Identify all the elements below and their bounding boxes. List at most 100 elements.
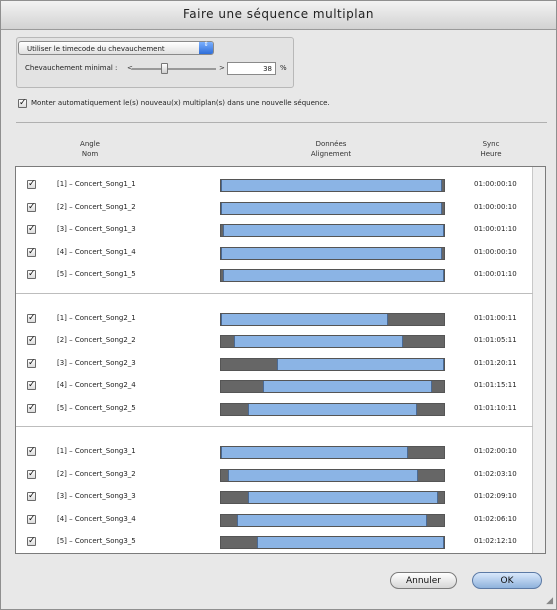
alignment-bar-fill — [221, 248, 442, 259]
angle-checkbox[interactable]: ✓ — [27, 225, 36, 234]
angle-checkbox[interactable]: ✓ — [27, 470, 36, 479]
angle-name: [1] – Concert_Song1_1 — [57, 180, 136, 188]
cancel-button[interactable]: Annuler — [390, 572, 457, 589]
angle-checkbox[interactable]: ✓ — [27, 359, 36, 368]
column-header-data: Données Alignement — [301, 139, 361, 159]
alignment-bar — [220, 403, 445, 416]
angle-name: [3] – Concert_Song2_3 — [57, 359, 136, 367]
sync-timecode: 01:02:06:10 — [474, 515, 517, 523]
alignment-bar — [220, 380, 445, 393]
angle-list[interactable]: ✓ [1] – Concert_Song1_1 01:00:00:10 ✓ [2] – … — [15, 166, 546, 554]
sync-timecode: 01:01:20:11 — [474, 359, 517, 367]
alignment-bar-fill — [223, 225, 444, 236]
angle-name: [4] – Concert_Song3_4 — [57, 515, 136, 523]
overlap-slider-track[interactable] — [132, 68, 216, 70]
sync-timecode: 01:00:01:10 — [474, 270, 517, 278]
angle-row[interactable]: ✓ [2] – Concert_Song1_2 01:00:00:10 — [16, 200, 533, 216]
resize-grip-icon[interactable]: ◢ — [546, 596, 553, 606]
angle-checkbox[interactable]: ✓ — [27, 336, 36, 345]
popup-arrows-icon: ⇕ — [199, 42, 213, 54]
angle-row[interactable]: ✓ [1] – Concert_Song1_1 01:00:00:10 — [16, 177, 533, 193]
auto-edit-label: Monter automatiquement le(s) nouveau(x) … — [31, 99, 330, 107]
angle-name: [2] – Concert_Song3_2 — [57, 470, 136, 478]
sync-mode-popup[interactable]: Utiliser le timecode du chevauchement ⇕ — [18, 41, 214, 55]
angle-checkbox[interactable]: ✓ — [27, 314, 36, 323]
overlap-slider-knob[interactable] — [161, 63, 168, 74]
alignment-bar — [220, 536, 445, 549]
angle-name: [2] – Concert_Song1_2 — [57, 203, 136, 211]
angle-checkbox[interactable]: ✓ — [27, 447, 36, 456]
angle-row[interactable]: ✓ [3] – Concert_Song2_3 01:01:20:11 — [16, 356, 533, 372]
sync-timecode: 01:00:00:10 — [474, 248, 517, 256]
sync-timecode: 01:01:10:11 — [474, 404, 517, 412]
angle-checkbox[interactable]: ✓ — [27, 270, 36, 279]
separator — [16, 122, 547, 123]
alignment-bar-fill — [237, 515, 427, 526]
column-header-angle: Angle Nom — [65, 139, 115, 159]
alignment-bar-fill — [221, 447, 408, 458]
column-header-sync: Sync Heure — [471, 139, 511, 159]
angle-row[interactable]: ✓ [4] – Concert_Song3_4 01:02:06:10 — [16, 512, 533, 528]
title-bar[interactable]: Faire une séquence multiplan — [1, 1, 556, 30]
angle-row[interactable]: ✓ [4] – Concert_Song2_4 01:01:15:11 — [16, 378, 533, 394]
overlap-value-field[interactable]: 38 — [227, 62, 276, 75]
angle-checkbox[interactable]: ✓ — [27, 203, 36, 212]
header-angle: Angle — [80, 140, 100, 148]
alignment-bar-fill — [221, 180, 442, 191]
alignment-bar-fill — [228, 470, 418, 481]
overlap-unit: % — [280, 64, 287, 72]
window-title: Faire une séquence multiplan — [183, 7, 374, 21]
sync-timecode: 01:02:00:10 — [474, 447, 517, 455]
angle-name: [3] – Concert_Song1_3 — [57, 225, 136, 233]
angle-row[interactable]: ✓ [5] – Concert_Song2_5 01:01:10:11 — [16, 401, 533, 417]
alignment-bar-fill — [234, 336, 403, 347]
angle-checkbox[interactable]: ✓ — [27, 180, 36, 189]
angle-row[interactable]: ✓ [3] – Concert_Song1_3 01:00:01:10 — [16, 222, 533, 238]
sync-timecode: 01:01:05:11 — [474, 336, 517, 344]
angle-row[interactable]: ✓ [1] – Concert_Song3_1 01:02:00:10 — [16, 444, 533, 460]
sync-timecode: 01:00:00:10 — [474, 180, 517, 188]
angle-name: [5] – Concert_Song3_5 — [57, 537, 136, 545]
slider-max-icon: > — [219, 64, 225, 72]
angle-name: [2] – Concert_Song2_2 — [57, 336, 136, 344]
alignment-bar — [220, 269, 445, 282]
angle-row[interactable]: ✓ [2] – Concert_Song3_2 01:02:03:10 — [16, 467, 533, 483]
angle-name: [3] – Concert_Song3_3 — [57, 492, 136, 500]
alignment-bar — [220, 247, 445, 260]
angle-checkbox[interactable]: ✓ — [27, 404, 36, 413]
group-separator — [16, 426, 533, 427]
angle-row[interactable]: ✓ [2] – Concert_Song2_2 01:01:05:11 — [16, 333, 533, 349]
angle-row[interactable]: ✓ [3] – Concert_Song3_3 01:02:09:10 — [16, 489, 533, 505]
alignment-bar — [220, 491, 445, 504]
sync-timecode: 01:02:12:10 — [474, 537, 517, 545]
alignment-bar-fill — [248, 492, 438, 503]
multiclip-sequence-dialog: Faire une séquence multiplan Utiliser le… — [0, 0, 557, 610]
auto-edit-checkbox[interactable]: ✓ — [18, 99, 27, 108]
sync-timecode: 01:02:09:10 — [474, 492, 517, 500]
angle-name: [4] – Concert_Song1_4 — [57, 248, 136, 256]
alignment-bar-fill — [223, 270, 444, 281]
angle-checkbox[interactable]: ✓ — [27, 515, 36, 524]
angle-checkbox[interactable]: ✓ — [27, 381, 36, 390]
angle-name: [5] – Concert_Song2_5 — [57, 404, 136, 412]
alignment-bar-fill — [248, 404, 417, 415]
angle-checkbox[interactable]: ✓ — [27, 492, 36, 501]
angle-row[interactable]: ✓ [5] – Concert_Song1_5 01:00:01:10 — [16, 267, 533, 283]
angle-name: [5] – Concert_Song1_5 — [57, 270, 136, 278]
alignment-bar-fill — [257, 537, 444, 548]
alignment-bar — [220, 224, 445, 237]
angle-row[interactable]: ✓ [1] – Concert_Song2_1 01:01:00:11 — [16, 311, 533, 327]
group-separator — [16, 292, 533, 294]
angle-row[interactable]: ✓ [5] – Concert_Song3_5 01:02:12:10 — [16, 534, 533, 550]
ok-button[interactable]: OK — [472, 572, 542, 589]
list-scrollbar[interactable] — [532, 167, 545, 553]
alignment-bar-fill — [221, 314, 388, 325]
angle-row[interactable]: ✓ [4] – Concert_Song1_4 01:00:00:10 — [16, 245, 533, 261]
angle-name: [1] – Concert_Song2_1 — [57, 314, 136, 322]
alignment-bar — [220, 202, 445, 215]
angle-checkbox[interactable]: ✓ — [27, 248, 36, 257]
angle-checkbox[interactable]: ✓ — [27, 537, 36, 546]
alignment-bar-fill — [277, 359, 444, 370]
header-data: Données — [315, 140, 347, 148]
alignment-bar — [220, 179, 445, 192]
